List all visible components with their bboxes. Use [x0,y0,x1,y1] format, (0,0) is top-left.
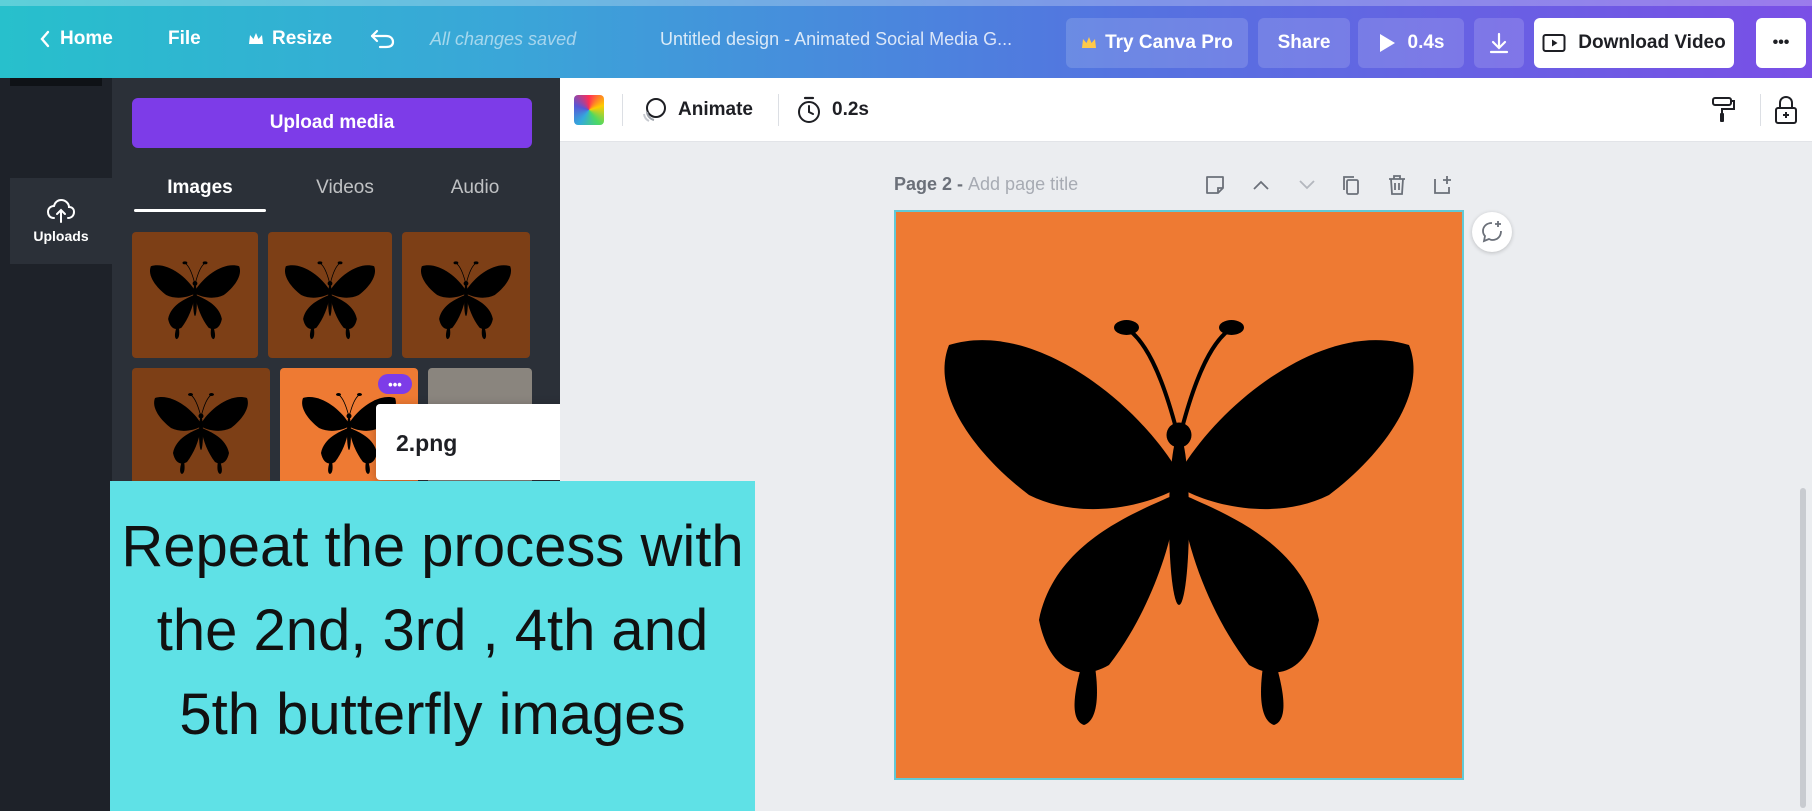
tab-audio[interactable]: Audio [414,168,536,208]
resize-button[interactable]: Resize [248,0,332,78]
delete-page-button[interactable] [1384,172,1410,198]
animate-icon [643,98,666,122]
uploads-label: Uploads [33,228,89,244]
canvas-scrollbar[interactable] [1800,488,1806,808]
toolbar-divider [778,94,779,126]
trash-icon [1389,175,1405,195]
active-tab-indicator [134,209,266,212]
resize-label: Resize [272,28,333,49]
copy-icon [1343,176,1359,195]
download-video-button[interactable]: Download Video [1534,18,1734,68]
image-thumbnail[interactable] [402,232,530,358]
comment-add-icon [1482,221,1502,243]
play-icon [1379,34,1395,52]
share-button[interactable]: Share [1258,18,1350,68]
animate-label: Animate [678,99,753,120]
lock-button[interactable] [1774,78,1808,142]
video-icon [1542,34,1566,52]
butterfly-image [146,378,256,478]
timing-label: 0.2s [832,99,869,120]
chevron-up-icon [1253,180,1269,190]
page-title-placeholder[interactable]: Add page title [968,174,1078,194]
share-label: Share [1277,32,1331,53]
butterfly-image [418,247,514,343]
design-page[interactable] [894,210,1464,780]
image-thumbnail[interactable] [268,232,392,358]
file-label: File [168,28,201,49]
tab-videos[interactable]: Videos [284,168,406,208]
butterfly-image[interactable] [909,245,1449,745]
toolbar-divider [1760,94,1761,126]
more-options-button[interactable]: ••• [1756,18,1806,68]
thumbnail-more-button[interactable]: ••• [378,374,412,394]
copy-style-button[interactable] [1710,78,1746,142]
undo-button[interactable] [370,0,404,78]
image-thumbnail[interactable] [132,232,258,358]
download-icon [1489,32,1509,54]
add-page-button[interactable] [1430,172,1456,198]
file-menu[interactable]: File [168,0,201,78]
add-page-icon [1434,176,1451,194]
page-number-label: Page 2 - [894,174,969,194]
crown-icon [249,33,263,44]
paint-roller-icon [1712,97,1735,122]
crown-icon [1082,37,1097,48]
try-canva-pro-button[interactable]: Try Canva Pro [1066,18,1248,68]
try-pro-label: Try Canva Pro [1105,32,1233,53]
image-thumbnail[interactable] [132,368,270,488]
play-duration: 0.4s [1407,32,1445,53]
chevron-down-icon [1299,180,1315,190]
instruction-caption: Repeat the process with the 2nd, 3rd , 4… [110,481,755,811]
butterfly-image [147,247,243,343]
note-icon [1206,176,1224,194]
document-title[interactable]: Untitled design - Animated Social Media … [660,0,1012,78]
notes-button[interactable] [1202,172,1228,198]
duplicate-page-button[interactable] [1338,172,1364,198]
save-status: All changes saved [430,28,577,49]
cloud-upload-icon [46,198,76,223]
butterfly-image [282,247,378,343]
timing-button[interactable]: 0.2s [796,78,869,142]
lock-icon [1775,95,1797,124]
tooltip-filename: 2.png [396,430,458,456]
rail-active-marker [10,78,102,86]
home-button[interactable]: Home [38,0,113,78]
add-comment-button[interactable] [1472,212,1512,252]
timer-icon [798,96,820,123]
tab-images[interactable]: Images [134,168,266,208]
chevron-left-icon [40,30,50,48]
home-label: Home [60,28,113,49]
download-icon-button[interactable] [1474,18,1524,68]
move-page-down-button[interactable] [1294,172,1320,198]
move-page-up-button[interactable] [1248,172,1274,198]
toolbar-divider [622,94,623,126]
play-button[interactable]: 0.4s [1358,18,1464,68]
page-title-row[interactable]: Page 2 - Add page title [894,174,1078,195]
download-video-label: Download Video [1578,32,1726,53]
undo-icon [370,29,395,49]
color-swatch[interactable] [574,95,604,125]
uploads-tab[interactable]: Uploads [10,178,112,264]
editor-toolbar: Animate 0.2s [560,78,1812,142]
more-label: ••• [1772,34,1790,51]
top-bar: Home File Resize All changes saved Untit… [0,0,1812,78]
animate-button[interactable]: Animate [640,78,753,142]
upload-media-button[interactable]: Upload media [132,98,532,148]
